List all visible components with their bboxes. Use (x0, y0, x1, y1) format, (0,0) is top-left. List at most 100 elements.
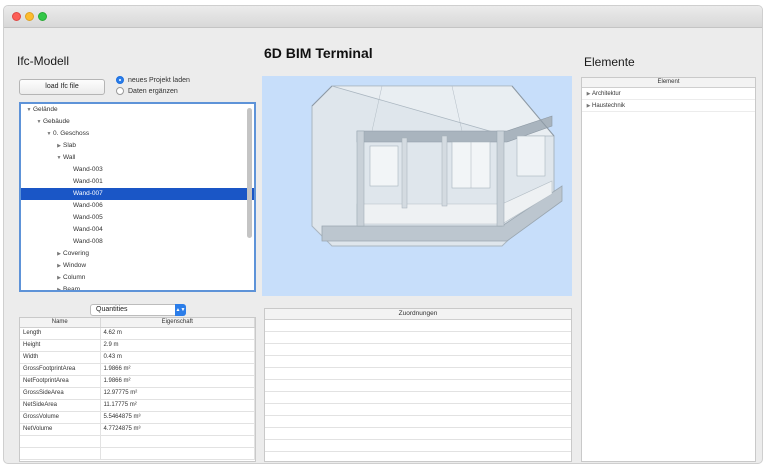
ifc-model-heading: Ifc-Modell (17, 54, 70, 68)
zoom-window-button[interactable] (38, 12, 47, 21)
tree-item[interactable]: Wand-005 (21, 212, 254, 224)
tree-item[interactable]: Wand-001 (21, 176, 254, 188)
property-name: NetVolume (20, 423, 101, 436)
tree-item-label: Wand-008 (73, 238, 103, 245)
tree-item-label: Wand-007 (73, 190, 103, 197)
tree-item[interactable]: ▶ Window (21, 260, 254, 272)
radio-new-project[interactable]: neues Projekt laden (116, 76, 190, 84)
tree-item[interactable]: ▼ Wall (21, 152, 254, 164)
select-arrows-icon[interactable]: ▲▼ (175, 304, 186, 316)
property-name: GrossVolume (20, 411, 101, 424)
tree-item[interactable]: Wand-006 (21, 200, 254, 212)
radio-new-project-label: neues Projekt laden (128, 76, 190, 84)
tree-item[interactable]: Wand-007 (21, 188, 254, 200)
disclosure-closed-icon[interactable]: ▶ (55, 140, 63, 152)
tree-item[interactable]: ▶ Slab (21, 140, 254, 152)
radio-selected-icon[interactable] (116, 76, 124, 84)
disclosure-closed-icon[interactable]: ▶ (55, 248, 63, 260)
tree-item-label: Wall (63, 154, 76, 161)
assignment-row[interactable] (265, 344, 571, 356)
property-name: Length (20, 327, 101, 340)
tree-item[interactable]: Wand-003 (21, 164, 254, 176)
table-row[interactable]: NetVolume 4.7724875 m³ (20, 423, 255, 436)
element-item[interactable]: ▶ Haustechnik (582, 100, 755, 112)
radio-add-data-label: Daten ergänzen (128, 87, 178, 95)
table-row[interactable]: Length 4.62 m (20, 327, 255, 340)
assignment-row[interactable] (265, 356, 571, 368)
assignment-row[interactable] (265, 452, 571, 461)
table-row[interactable] (20, 447, 255, 460)
element-column-header[interactable]: Element (582, 78, 755, 88)
element-item[interactable]: ▶ Architektur (582, 88, 755, 100)
app-window: Ifc-Modell load Ifc file neues Projekt l… (3, 5, 763, 464)
disclosure-closed-icon[interactable]: ▶ (55, 272, 63, 284)
tree-item-label: Covering (63, 250, 90, 257)
element-item-label: Haustechnik (592, 103, 626, 109)
radio-add-data[interactable]: Daten ergänzen (116, 87, 178, 95)
tree-item-label: Wand-005 (73, 214, 103, 221)
close-window-button[interactable] (12, 12, 21, 21)
tree-item-label: Wand-001 (73, 178, 103, 185)
disclosure-closed-icon[interactable]: ▶ (55, 260, 63, 272)
tree-item-label: Slab (63, 142, 77, 149)
table-row[interactable]: Width 0.43 m (20, 351, 255, 364)
column-header-property[interactable]: Eigenschaft (100, 318, 255, 328)
radio-unselected-icon[interactable] (116, 87, 124, 95)
column-header-name[interactable]: Name (20, 318, 101, 328)
table-row[interactable]: NetSideArea 11.17775 m² (20, 399, 255, 412)
disclosure-open-icon[interactable]: ▼ (25, 104, 33, 116)
property-value: 4.62 m (100, 327, 255, 340)
minimize-window-button[interactable] (25, 12, 34, 21)
quantities-select[interactable]: Quantities ▲▼ (90, 304, 186, 316)
tree-item[interactable]: ▶ Beam (21, 284, 254, 290)
ifc-tree[interactable]: ▼ Gelände ▼ Gebäude ▼ 0. Geschoss ▶ Slab ▼ Wall Wa… (19, 102, 256, 292)
disclosure-closed-icon[interactable]: ▶ (585, 88, 592, 100)
disclosure-open-icon[interactable]: ▼ (55, 152, 63, 164)
tree-item[interactable]: ▶ Column (21, 272, 254, 284)
assignment-row[interactable] (265, 332, 571, 344)
property-name: GrossFootprintArea (20, 363, 101, 376)
table-row[interactable]: GrossVolume 5.5464875 m³ (20, 411, 255, 424)
table-row[interactable]: GrossSideArea 12.97775 m² (20, 387, 255, 400)
tree-scrollbar[interactable] (247, 108, 252, 238)
assignment-row[interactable] (265, 440, 571, 452)
assignment-row[interactable] (265, 368, 571, 380)
assignment-row[interactable] (265, 380, 571, 392)
tree-item[interactable]: Wand-008 (21, 236, 254, 248)
assignment-row[interactable] (265, 320, 571, 332)
empty-cell (100, 447, 255, 460)
load-ifc-button[interactable]: load Ifc file (19, 79, 105, 95)
assignment-row[interactable] (265, 428, 571, 440)
table-row[interactable] (20, 435, 255, 448)
property-name: GrossSideArea (20, 387, 101, 400)
assignment-row[interactable] (265, 416, 571, 428)
property-value: 11.17775 m² (100, 399, 255, 412)
disclosure-open-icon[interactable]: ▼ (45, 128, 53, 140)
disclosure-closed-icon[interactable]: ▶ (585, 100, 592, 112)
elements-heading: Elemente (584, 55, 635, 69)
assignment-row[interactable] (265, 404, 571, 416)
tree-item[interactable]: ▶ Covering (21, 248, 254, 260)
elements-table: Element ▶ Architektur ▶ Haustechnik (581, 77, 756, 462)
tree-item[interactable]: ▼ Gebäude (21, 116, 254, 128)
property-name: NetFootprintArea (20, 375, 101, 388)
property-value: 1.9866 m² (100, 375, 255, 388)
properties-table: Name Eigenschaft Length 4.62 m Height 2.9 m… (19, 317, 256, 462)
table-row[interactable]: GrossFootprintArea 1.9866 m² (20, 363, 255, 376)
table-row[interactable]: Height 2.9 m (20, 339, 255, 352)
tree-item[interactable]: Wand-004 (21, 224, 254, 236)
empty-cell (100, 435, 255, 448)
quantities-select-value: Quantities (96, 306, 128, 313)
property-value: 5.5464875 m³ (100, 411, 255, 424)
tree-item[interactable]: ▼ Gelände (21, 104, 254, 116)
table-row[interactable]: NetFootprintArea 1.9866 m² (20, 375, 255, 388)
property-value: 1.9866 m² (100, 363, 255, 376)
disclosure-closed-icon[interactable]: ▶ (55, 284, 63, 290)
property-name: Width (20, 351, 101, 364)
assignment-row[interactable] (265, 392, 571, 404)
disclosure-open-icon[interactable]: ▼ (35, 116, 43, 128)
property-name: Height (20, 339, 101, 352)
tree-item[interactable]: ▼ 0. Geschoss (21, 128, 254, 140)
3d-viewer[interactable] (262, 76, 572, 296)
assignments-header[interactable]: Zuordnungen (265, 309, 571, 320)
